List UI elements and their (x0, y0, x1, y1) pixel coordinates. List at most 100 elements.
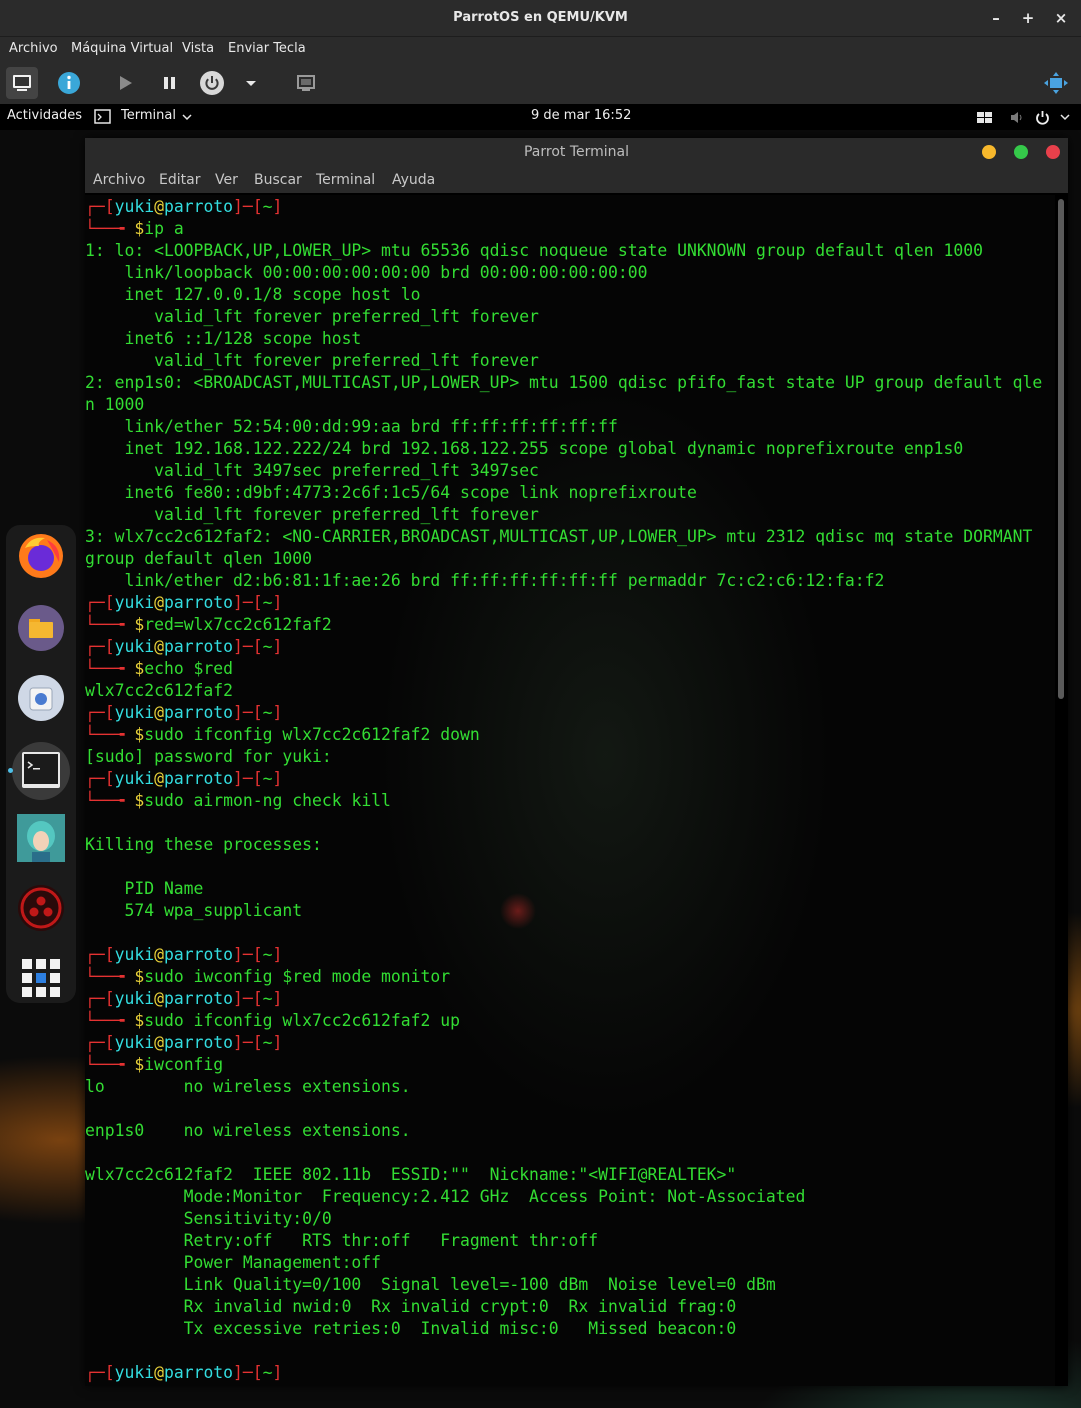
close-icon[interactable] (1046, 145, 1060, 159)
command-text: iwconfig (144, 1055, 224, 1074)
power-icon[interactable] (1035, 110, 1050, 125)
vm-window-title: ParrotOS en QEMU/KVM (453, 10, 628, 25)
run-button[interactable] (109, 67, 141, 99)
command-text: ip a (144, 219, 184, 238)
command-line: └──╼ $sudo iwconfig $red mode monitor (85, 966, 450, 988)
pause-button[interactable] (153, 67, 185, 99)
menu-vista[interactable]: Vista (182, 41, 214, 56)
prompt-host: parroto (163, 945, 234, 964)
dock-show-apps[interactable] (17, 954, 65, 1002)
command-text: sudo iwconfig $red mode monitor (144, 967, 451, 986)
shutdown-menu-button[interactable] (235, 67, 267, 99)
dock-firefox[interactable] (17, 532, 65, 580)
prompt-dir: ~ (262, 637, 273, 656)
command-line: └──╼ $red=wlx7cc2c612faf2 (85, 614, 332, 636)
prompt-host: parroto (163, 637, 234, 656)
output-line: Retry:off RTS thr:off Fragment thr:off (85, 1231, 599, 1250)
minimize-icon[interactable] (982, 145, 996, 159)
prompt-at: @ (154, 637, 164, 656)
snapshots-button[interactable] (290, 67, 322, 99)
term-menu-terminal[interactable]: Terminal (316, 172, 375, 188)
prompt-arrow: └──╼ (85, 659, 135, 678)
prompt-dir: ~ (262, 703, 273, 722)
maximize-icon[interactable]: + (1017, 7, 1039, 29)
output-line: 1: lo: <LOOPBACK,UP,LOWER_UP> mtu 65536 … (85, 241, 983, 260)
command-line: └──╼ $echo $red (85, 658, 233, 680)
output-line: enp1s0 no wireless extensions. (85, 1121, 411, 1140)
output-line: inet 192.168.122.222/24 brd 192.168.122.… (85, 439, 964, 458)
output-line: valid_lft forever preferred_lft forever (85, 505, 539, 524)
output-line: PID Name (85, 879, 204, 898)
app-menu-terminal[interactable]: Terminal (121, 108, 176, 123)
maximize-icon[interactable] (1014, 145, 1028, 159)
prompt-bracket: ]─[ (233, 989, 263, 1008)
prompt-dir: ~ (262, 197, 273, 216)
prompt-dollar: $ (134, 791, 145, 810)
command-line: └──╼ $iwconfig (85, 1054, 223, 1076)
output-line: lo no wireless extensions. (85, 1077, 411, 1096)
prompt-at: @ (154, 593, 164, 612)
term-menu-editar[interactable]: Editar (159, 172, 200, 188)
clock[interactable]: 9 de mar 16:52 (531, 108, 631, 123)
prompt-arrow: └──╼ (85, 1055, 135, 1074)
prompt-arrow: └──╼ (85, 219, 135, 238)
command-text: sudo ifconfig wlx7cc2c612faf2 down (144, 725, 480, 744)
prompt-bracket: ] (272, 945, 283, 964)
prompt-dir: ~ (262, 989, 273, 1008)
red-circle-icon (18, 885, 64, 931)
fullscreen-button[interactable] (1040, 67, 1072, 99)
prompt-user: yuki (114, 989, 155, 1008)
layout-icon[interactable] (977, 112, 993, 124)
term-menu-buscar[interactable]: Buscar (254, 172, 302, 188)
prompt-line: ┌─[yuki@parroto]─[~] (85, 988, 282, 1010)
terminal-scrollbar[interactable] (1058, 199, 1064, 699)
prompt-dir: ~ (262, 593, 273, 612)
prompt-line: ┌─[yuki@parroto]─[~] (85, 636, 282, 658)
dock-avatar-app[interactable] (17, 814, 65, 862)
output-line: [sudo] password for yuki: (85, 747, 332, 766)
activities-button[interactable]: Actividades (7, 108, 82, 123)
prompt-line: ┌─[yuki@parroto]─[~] (85, 944, 282, 966)
output-line: group default qlen 1000 (85, 549, 312, 568)
close-icon[interactable]: × (1050, 7, 1072, 29)
menu-archivo[interactable]: Archivo (9, 41, 58, 56)
term-menu-ayuda[interactable]: Ayuda (392, 172, 435, 188)
prompt-line: ┌─[yuki@parroto]─[~] (85, 702, 282, 724)
dock-red-app[interactable] (17, 884, 65, 932)
command-text: sudo ifconfig wlx7cc2c612faf2 up (144, 1011, 460, 1030)
term-menu-ver[interactable]: Ver (215, 172, 238, 188)
prompt-bracket: ]─[ (233, 1033, 263, 1052)
prompt-arrow: └──╼ (85, 615, 135, 634)
prompt-arrow: └──╼ (85, 1011, 135, 1030)
prompt-user: yuki (114, 197, 155, 216)
pause-icon (164, 77, 175, 89)
prompt-host: parroto (163, 593, 234, 612)
dock-files[interactable] (17, 604, 65, 652)
output-line: 2: enp1s0: <BROADCAST,MULTICAST,UP,LOWER… (85, 373, 1043, 392)
menu-maquina-virtual[interactable]: Máquina Virtual (71, 41, 173, 56)
details-view-button[interactable] (53, 67, 85, 99)
prompt-dollar: $ (134, 1055, 145, 1074)
prompt-host: parroto (163, 769, 234, 788)
prompt-line: ┌─[yuki@parroto]─[~] (85, 1032, 282, 1054)
console-view-button[interactable] (6, 67, 38, 99)
vm-menubar: Archivo Máquina Virtual Vista Enviar Tec… (0, 37, 1081, 61)
prompt-user: yuki (114, 637, 155, 656)
minimize-icon[interactable]: – (985, 7, 1007, 29)
term-menu-archivo[interactable]: Archivo (93, 172, 145, 188)
prompt-dollar: $ (134, 659, 145, 678)
terminal-output[interactable]: ┌─[yuki@parroto]─[~] └──╼ $ip a 1: lo: <LO… (85, 195, 1055, 1386)
command-text: echo $red (144, 659, 234, 678)
shutdown-button[interactable] (196, 67, 228, 99)
dock-software[interactable] (17, 674, 65, 722)
menu-enviar-tecla[interactable]: Enviar Tecla (228, 41, 306, 56)
prompt-at: @ (154, 989, 164, 1008)
dock-terminal[interactable] (12, 742, 70, 800)
chevron-down-icon[interactable] (1060, 114, 1070, 122)
prompt-bracket: ┌─[ (85, 703, 115, 722)
prompt-at: @ (154, 945, 164, 964)
output-line: wlx7cc2c612faf2 IEEE 802.11b ESSID:"" Ni… (85, 1165, 737, 1184)
prompt-user: yuki (114, 703, 155, 722)
volume-icon[interactable] (1010, 111, 1024, 124)
output-line: valid_lft forever preferred_lft forever (85, 307, 539, 326)
